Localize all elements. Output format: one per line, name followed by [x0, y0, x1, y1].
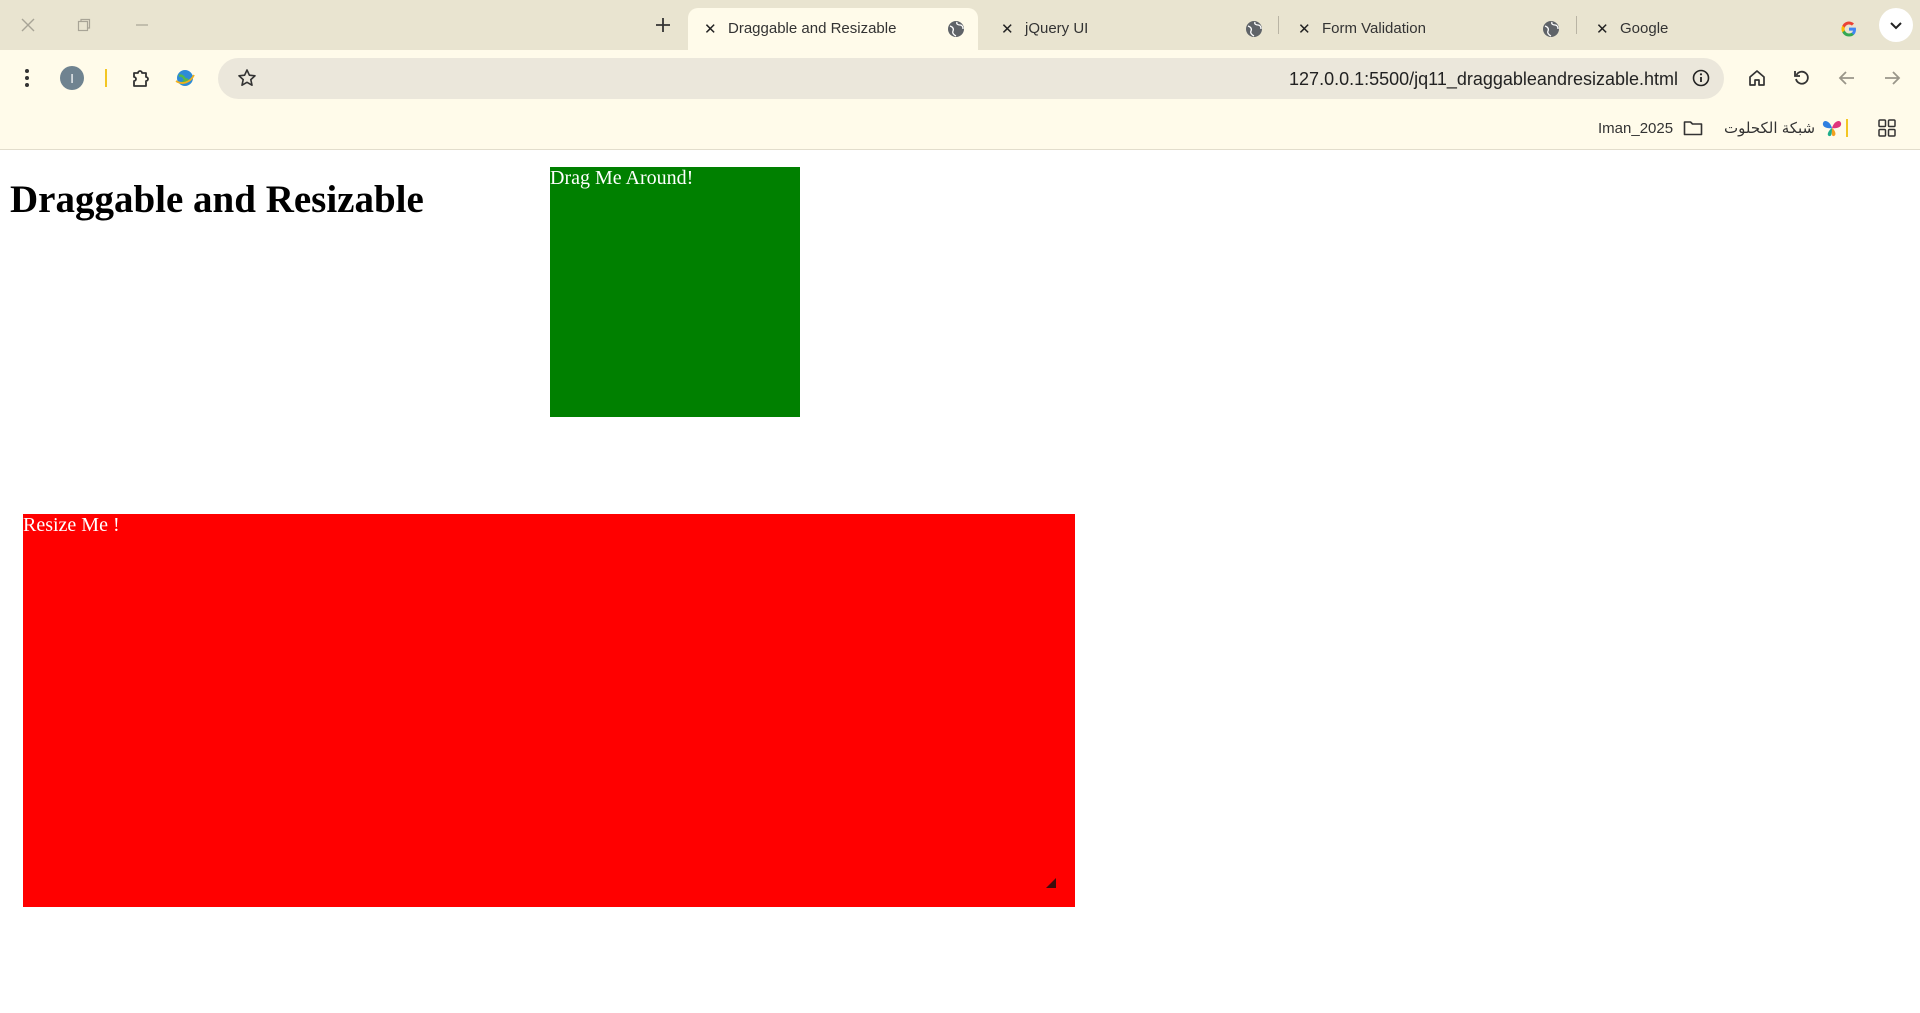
tab-separator — [1576, 16, 1577, 34]
browser-toolbar: I 127.0.0.1:5500/jq11_draggableandresiza… — [0, 50, 1920, 106]
plus-icon — [656, 18, 670, 32]
reload-button[interactable] — [1787, 63, 1817, 93]
bookmarks-bar: Iman_2025 شبكة الكحلوت — [0, 106, 1920, 150]
globe-icon — [1246, 21, 1262, 37]
minimize-window-button[interactable] — [124, 10, 160, 40]
butterfly-icon — [1823, 120, 1842, 137]
tab-separator — [1278, 16, 1279, 34]
close-icon — [21, 18, 35, 32]
extension-button[interactable] — [170, 63, 200, 93]
resize-handle-icon[interactable] — [1046, 878, 1056, 888]
draggable-box[interactable]: Drag Me Around! — [550, 167, 800, 417]
url-text: 127.0.0.1:5500/jq11_draggableandresizabl… — [1289, 69, 1678, 89]
apps-button[interactable] — [1872, 113, 1902, 143]
site-info-button[interactable] — [1686, 63, 1716, 93]
toolbar-divider — [105, 69, 107, 87]
forward-button[interactable] — [1877, 63, 1907, 93]
resizable-label: Resize Me ! — [23, 514, 120, 536]
home-icon — [1749, 70, 1765, 86]
arrow-right-icon — [1885, 71, 1901, 85]
tab-search-button[interactable] — [1879, 8, 1913, 42]
bookmark-star-button[interactable] — [232, 63, 262, 93]
tab-close-icon[interactable]: ✕ — [1298, 20, 1311, 38]
puzzle-icon — [133, 70, 149, 87]
google-g-icon — [1841, 21, 1856, 37]
bookmark-label: Iman_2025 — [1598, 119, 1674, 137]
info-icon — [1692, 69, 1710, 87]
tab-title: Google — [1620, 20, 1669, 37]
restore-window-button[interactable] — [66, 10, 102, 40]
close-window-button[interactable] — [10, 10, 46, 40]
folder-icon — [1683, 121, 1703, 136]
tab-google[interactable]: ✕ Google — [1580, 8, 1870, 50]
tab-close-icon[interactable]: ✕ — [1596, 20, 1609, 38]
tab-title: Draggable and Resizable — [728, 20, 897, 37]
tab-close-icon[interactable]: ✕ — [1001, 20, 1014, 38]
arrow-left-icon — [1838, 71, 1854, 85]
kebab-menu-icon — [25, 69, 29, 87]
globe-icon — [948, 21, 964, 37]
avatar: I — [60, 66, 84, 90]
tab-form-validation[interactable]: ✕ Form Validation — [1282, 8, 1572, 50]
tab-title: jQuery UI — [1025, 20, 1089, 37]
resizable-box[interactable]: Resize Me ! — [23, 514, 1075, 907]
bookmark-label: شبكة الكحلوت — [1724, 120, 1816, 137]
profile-button[interactable]: I — [57, 63, 87, 93]
tab-title: Form Validation — [1322, 20, 1426, 37]
reload-icon — [1794, 70, 1809, 85]
tab-close-icon[interactable]: ✕ — [704, 20, 717, 38]
minimize-icon — [136, 24, 148, 26]
draggable-label: Drag Me Around! — [550, 167, 694, 189]
page-viewport: Draggable and Resizable Drag Me Around! … — [0, 151, 1920, 1013]
globe-icon — [1543, 21, 1559, 37]
apps-grid-icon — [1878, 119, 1896, 137]
chevron-down-icon — [1890, 22, 1902, 30]
home-button[interactable] — [1742, 63, 1772, 93]
tab-jquery-ui[interactable]: ✕ jQuery UI — [985, 8, 1275, 50]
back-button[interactable] — [1832, 63, 1862, 93]
profile-initial: I — [70, 70, 74, 86]
restore-icon — [77, 18, 91, 32]
tab-draggable-and-resizable[interactable]: ✕ Draggable and Resizable — [688, 8, 978, 50]
star-icon — [238, 69, 256, 86]
extensions-button[interactable] — [126, 63, 156, 93]
menu-button[interactable] — [12, 63, 42, 93]
address-bar[interactable]: 127.0.0.1:5500/jq11_draggableandresizabl… — [218, 58, 1724, 99]
new-tab-button[interactable] — [648, 10, 678, 40]
globe-extension-icon — [175, 70, 195, 86]
bookmark-divider — [1846, 119, 1848, 137]
tab-strip: ✕ Draggable and Resizable ✕ jQuery UI ✕ … — [0, 0, 1920, 50]
page-title: Draggable and Resizable — [10, 178, 424, 221]
bookmark-folder-iman-2025[interactable]: Iman_2025 — [1598, 116, 1703, 140]
bookmark-kahlout-network[interactable]: شبكة الكحلوت — [1724, 116, 1843, 140]
